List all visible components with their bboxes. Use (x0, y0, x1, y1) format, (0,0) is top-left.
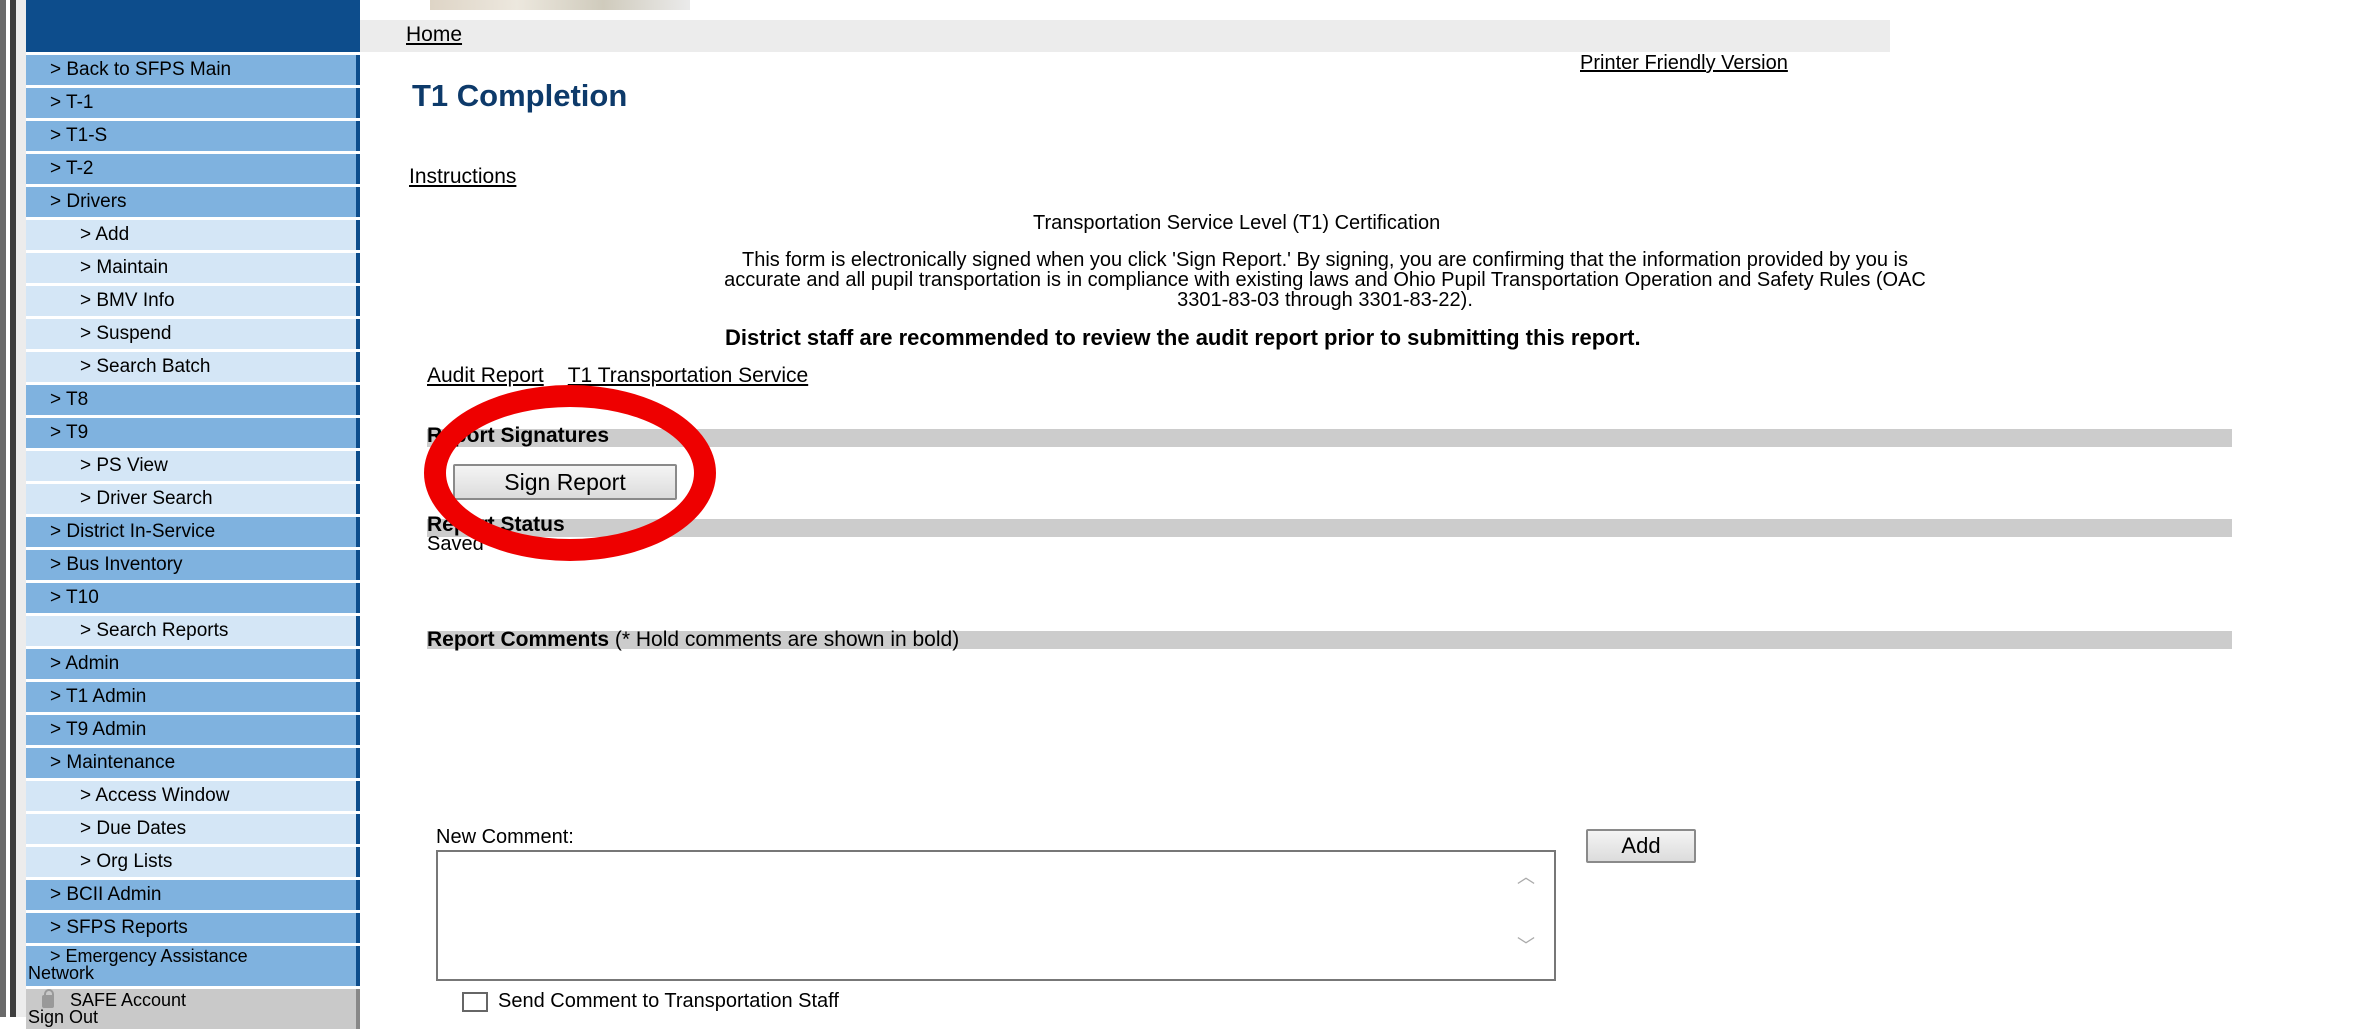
sidebar-item-t-1[interactable]: > T-1 (26, 88, 360, 118)
sidebar-item-bcii-admin[interactable]: > BCII Admin (26, 880, 360, 910)
sidebar-item-label: > Driver Search (80, 488, 213, 509)
sidebar-item-back-to-sfps-main[interactable]: > Back to SFPS Main (26, 55, 360, 85)
sidebar-item-label: > Drivers (50, 191, 127, 212)
sidebar-item-label: > Search Batch (80, 356, 211, 377)
sidebar-item-t8[interactable]: > T8 (26, 385, 360, 415)
sidebar-item-label: Sign Out (28, 1007, 99, 1027)
sidebar-item-t1-s[interactable]: > T1-S (26, 121, 360, 151)
scroll-up-icon[interactable]: ︿ (1515, 866, 1537, 888)
lock-icon (42, 989, 54, 1008)
sidebar-item-search-reports[interactable]: > Search Reports (26, 616, 360, 646)
sidebar-item-driver-search[interactable]: > Driver Search (26, 484, 360, 514)
send-comment-row: Send Comment to Transportation Staff (462, 990, 839, 1013)
audit-links: Audit Report T1 Transportation Service (427, 364, 808, 388)
sidebar-item-label: > BCII Admin (50, 884, 162, 905)
sidebar-item-due-dates[interactable]: > Due Dates (26, 814, 360, 844)
sidebar-header (26, 0, 360, 52)
certification-line: This form is electronically signed when … (742, 249, 1908, 271)
sidebar-item-t-2[interactable]: > T-2 (26, 154, 360, 184)
sidebar-item-ps-view[interactable]: > PS View (26, 451, 360, 481)
status-section-bar (427, 519, 2232, 537)
sidebar-item-label: > Maintenance (50, 752, 176, 773)
sidebar-item-label: > T1-S (50, 125, 108, 146)
audit-report-link[interactable]: Audit Report (427, 364, 544, 387)
sidebar: > Back to SFPS Main > T-1 > T1-S > T-2 > Dri… (26, 0, 360, 1029)
send-comment-label: Send Comment to Transportation Staff (498, 990, 839, 1012)
certification-line: accurate and all pupil transportation is… (724, 269, 1926, 291)
sidebar-item-emergency-assistance-network[interactable]: > Emergency Assistance Network (26, 946, 360, 986)
new-comment-label: New Comment: (436, 826, 574, 848)
sidebar-item-label: > Suspend (80, 323, 172, 344)
sidebar-item-label: > T1 Admin (50, 686, 147, 707)
sidebar-item-label: > Due Dates (80, 818, 187, 839)
sign-report-button[interactable]: Sign Report (453, 464, 677, 500)
signatures-section-bar (427, 429, 2232, 447)
sidebar-item-label: > BMV Info (80, 290, 175, 311)
scroll-down-icon[interactable]: ﹀ (1515, 935, 1537, 957)
signatures-heading: Report Signatures (427, 424, 610, 447)
sidebar-item-label: > Back to SFPS Main (50, 59, 232, 80)
printer-friendly-link[interactable]: Printer Friendly Version (1580, 52, 1788, 75)
sidebar-item-t9[interactable]: > T9 (26, 418, 360, 448)
sidebar-item-label: > T8 (50, 389, 89, 410)
sidebar-item-district-in-service[interactable]: > District In-Service (26, 517, 360, 547)
t1-transportation-service-link[interactable]: T1 Transportation Service (568, 364, 808, 387)
sidebar-item-label: > T-2 (50, 158, 94, 179)
sidebar-item-search-batch[interactable]: > Search Batch (26, 352, 360, 382)
comments-heading: Report Comments (* Hold comments are sho… (427, 628, 959, 652)
comments-heading-label: Report Comments (427, 628, 610, 651)
new-comment-textarea[interactable] (436, 850, 1556, 981)
certification-note: District staff are recommended to review… (725, 325, 1641, 350)
sidebar-items: > Back to SFPS Main > T-1 > T1-S > T-2 > Dri… (26, 55, 360, 943)
sidebar-item-access-window[interactable]: > Access Window (26, 781, 360, 811)
sidebar-item-label: > Search Reports (80, 620, 229, 641)
sidebar-item-label: > Access Window (80, 785, 230, 806)
sidebar-item-label: > T-1 (50, 92, 94, 113)
add-comment-button[interactable]: Add (1586, 829, 1696, 863)
sidebar-item-suspend[interactable]: > Suspend (26, 319, 360, 349)
sidebar-item-label: Network (28, 963, 95, 983)
window-edge-gap (16, 0, 26, 1017)
sidebar-item-t10[interactable]: > T10 (26, 583, 360, 613)
instructions-link[interactable]: Instructions (409, 165, 516, 189)
breadcrumb: Home (360, 20, 1890, 52)
sidebar-item-maintain[interactable]: > Maintain (26, 253, 360, 283)
sidebar-item-t1-admin[interactable]: > T1 Admin (26, 682, 360, 712)
sidebar-item-label: > T10 (50, 587, 99, 608)
sidebar-item-drivers[interactable]: > Drivers (26, 187, 360, 217)
sidebar-item-label: > T9 Admin (50, 719, 147, 740)
breadcrumb-home-link[interactable]: Home (406, 23, 462, 47)
sidebar-item-label: > PS View (80, 455, 168, 476)
sidebar-item-label: > District In-Service (50, 521, 216, 542)
sidebar-item-org-lists[interactable]: > Org Lists (26, 847, 360, 877)
sidebar-item-label: > Add (80, 224, 130, 245)
sidebar-item-bus-inventory[interactable]: > Bus Inventory (26, 550, 360, 580)
sidebar-item-label: > T9 (50, 422, 89, 443)
sidebar-item-admin[interactable]: > Admin (26, 649, 360, 679)
sidebar-item-label: > Bus Inventory (50, 554, 183, 575)
send-comment-checkbox[interactable] (462, 991, 488, 1012)
sidebar-item-label: > Maintain (80, 257, 169, 278)
sidebar-item-sign-out[interactable]: SAFE Account Sign Out (26, 989, 360, 1029)
sidebar-item-t9-admin[interactable]: > T9 Admin (26, 715, 360, 745)
page-title: T1 Completion (412, 78, 628, 113)
window-edge (0, 0, 6, 1017)
sidebar-item-bmv-info[interactable]: > BMV Info (26, 286, 360, 316)
comments-heading-note: (* Hold comments are shown in bold) (614, 628, 960, 651)
certification-text: This form is electronically signed when … (440, 250, 2210, 310)
sidebar-item-maintenance[interactable]: > Maintenance (26, 748, 360, 778)
sidebar-item-sfps-reports[interactable]: > SFPS Reports (26, 913, 360, 943)
status-value: Saved (427, 533, 484, 555)
sidebar-item-label: > Admin (50, 653, 120, 674)
certification-line: 3301-83-03 through 3301-83-22). (1177, 289, 1473, 311)
sidebar-item-add[interactable]: > Add (26, 220, 360, 250)
certification-title: Transportation Service Level (T1) Certif… (1033, 212, 1441, 234)
header-image (430, 0, 690, 10)
sidebar-item-label: > Org Lists (80, 851, 173, 872)
sidebar-item-label: > SFPS Reports (50, 917, 188, 938)
